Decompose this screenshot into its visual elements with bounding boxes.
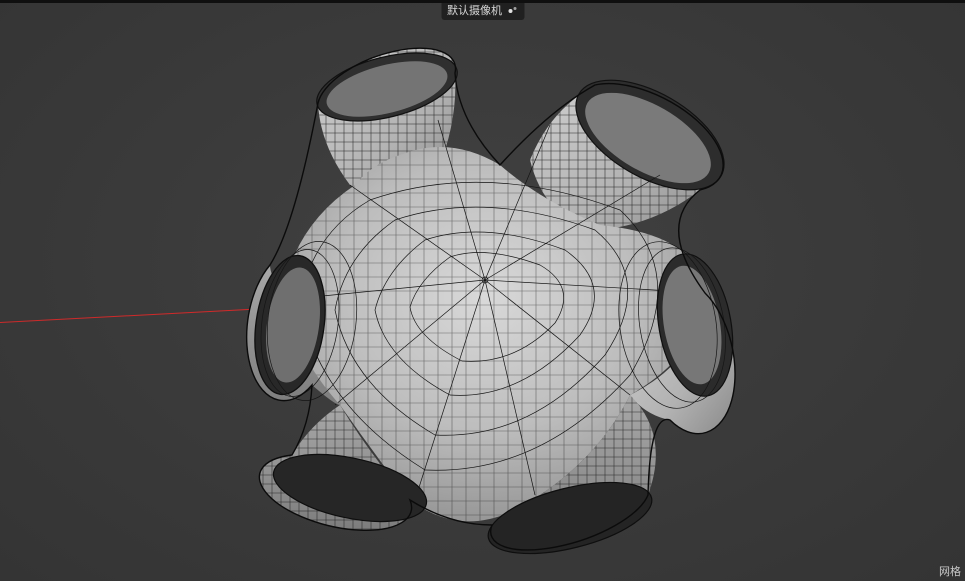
x-axis-line [0, 307, 282, 323]
mesh-object [200, 25, 760, 565]
tube-bottom-right [481, 395, 659, 567]
mesh-body-center [282, 120, 705, 521]
tube-back-upper-left [310, 40, 464, 197]
viewport-3d[interactable]: 默认摄像机 网格 [0, 0, 965, 581]
tube-front-left [247, 236, 366, 406]
tube-front-right [607, 235, 743, 434]
camera-label[interactable]: 默认摄像机 [441, 3, 524, 20]
camera-label-text: 默认摄像机 [447, 4, 502, 18]
statusbar-mode-label: 网格 [939, 563, 961, 579]
tube-back-upper-right [530, 58, 742, 230]
camera-indicator-icon [506, 5, 518, 17]
mesh-outline [247, 48, 735, 550]
tube-bottom-left [259, 405, 432, 534]
